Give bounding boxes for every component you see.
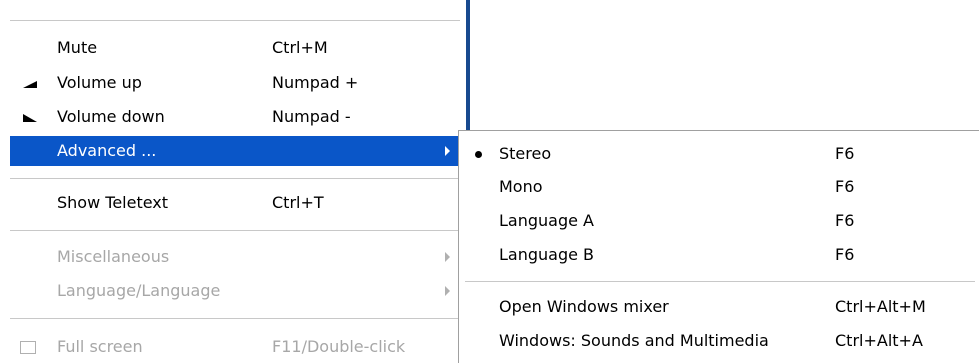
menu-item-shortcut: Ctrl+M [272,38,328,57]
menu-item-label: Miscellaneous [57,247,170,266]
menu-item-label: Language A [499,211,594,230]
menu-separator [465,281,975,282]
menu-item-shortcut: Numpad + [272,73,359,92]
menu-item-label: Open Windows mixer [499,297,669,316]
menu-item-advanced[interactable]: Advanced ... [10,136,460,166]
menu-item-language[interactable]: Language/Language [10,276,460,306]
menu-item-shortcut: Numpad - [272,107,351,126]
submenu-arrow-icon [445,286,450,296]
volume-up-icon [20,68,40,98]
menu-item-shortcut: Ctrl+Alt+A [835,331,923,350]
menu-item-mute[interactable]: Mute Ctrl+M [10,33,460,63]
submenu-arrow-icon [445,146,450,156]
submenu-arrow-icon [445,252,450,262]
menu-item-label: Mono [499,177,543,196]
menu-item-shortcut: F6 [835,177,855,196]
submenu-item-language-b[interactable]: Language B F6 [465,240,975,270]
volume-down-icon [20,102,40,132]
menu-item-volume-up[interactable]: Volume up Numpad + [10,68,460,98]
menu-separator [10,318,460,319]
menu-item-label: Show Teletext [57,193,169,212]
menu-item-label: Language/Language [57,281,221,300]
menu-separator [10,230,460,231]
fullscreen-icon [20,341,36,354]
menu-item-full-screen[interactable]: Full screen F11/Double-click [10,332,460,362]
menu-item-label: Stereo [499,144,552,163]
menu-item-label: Windows: Sounds and Multimedia [499,331,769,350]
menu-item-label: Full screen [57,337,143,356]
menu-item-shortcut: Ctrl+Alt+M [835,297,926,316]
menu-item-label: Language B [499,245,595,264]
menu-item-label: Volume up [57,73,142,92]
menu-item-label: Advanced ... [57,141,157,160]
submenu-item-open-mixer[interactable]: Open Windows mixer Ctrl+Alt+M [465,292,975,322]
menu-item-show-teletext[interactable]: Show Teletext Ctrl+T [10,188,460,218]
submenu-item-stereo[interactable]: Stereo F6 [465,139,975,169]
menu-item-volume-down[interactable]: Volume down Numpad - [10,102,460,132]
menu-item-shortcut: Ctrl+T [272,193,324,212]
window-edge [466,0,470,130]
menu-item-shortcut: F6 [835,211,855,230]
menu-separator [10,178,460,179]
menu-item-shortcut: F6 [835,245,855,264]
advanced-submenu: Stereo F6 Mono F6 Language A F6 Language… [458,130,979,363]
menu-item-shortcut: F6 [835,144,855,163]
submenu-item-mono[interactable]: Mono F6 [465,172,975,202]
radio-bullet-icon [475,151,482,158]
menu-item-shortcut: F11/Double-click [272,337,406,356]
submenu-item-sounds-multimedia[interactable]: Windows: Sounds and Multimedia Ctrl+Alt+… [465,326,975,356]
context-menu: Mute Ctrl+M Volume up Numpad + Volume do… [0,0,466,362]
menu-item-label: Volume down [57,107,165,126]
menu-separator [10,20,460,21]
menu-item-miscellaneous[interactable]: Miscellaneous [10,242,460,272]
menu-item-label: Mute [57,38,98,57]
submenu-item-language-a[interactable]: Language A F6 [465,206,975,236]
